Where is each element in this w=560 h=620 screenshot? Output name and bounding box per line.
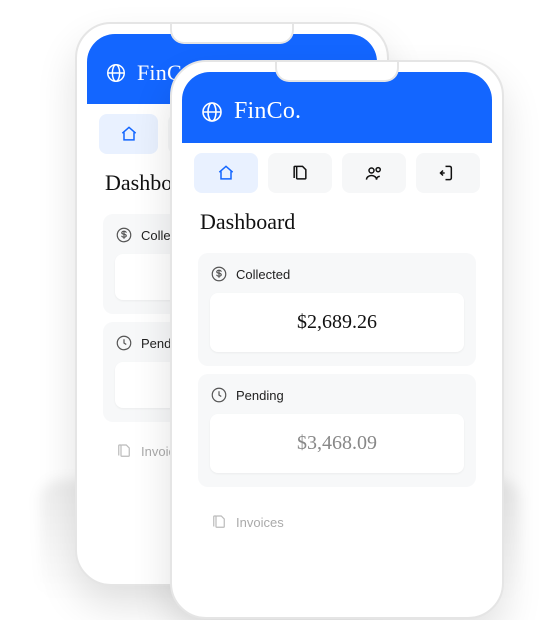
globe-icon [105,62,127,84]
card-pending-value: $3,468.09 [210,414,464,473]
invoices-icon [115,442,133,460]
phone-front-screen: FinCo. Dashboard Co [182,72,492,607]
card-collected-header: Collected [210,265,464,283]
invoices-icon [210,513,228,531]
clock-icon [115,334,133,352]
nav-users[interactable] [342,153,406,193]
home-icon [216,163,236,183]
card-collected-label: Collected [236,267,290,282]
dollar-circle-icon [210,265,228,283]
card-collected: Collected $2,689.26 [198,253,476,366]
users-icon [364,163,384,183]
phone-notch [170,24,294,44]
card-pending-header: Pending [210,386,464,404]
card-invoices: Invoices [198,501,476,531]
app-header: FinCo. [182,72,492,143]
clock-icon [210,386,228,404]
home-icon [119,124,139,144]
page-title: Dashboard [182,203,492,245]
globe-icon [200,100,224,124]
dollar-circle-icon [115,226,133,244]
card-pending-label: Pending [236,388,284,403]
documents-icon [290,163,310,183]
card-pending: Pending $3,468.09 [198,374,476,487]
brand-name: FinCo. [234,98,301,125]
nav-home[interactable] [194,153,258,193]
nav-logout[interactable] [416,153,480,193]
logout-icon [438,163,458,183]
nav-home[interactable] [99,114,158,154]
card-invoices-label: Invoices [236,515,284,530]
phone-front: FinCo. Dashboard Co [170,60,504,619]
nav-row [182,143,492,203]
card-invoices-header: Invoices [210,513,464,531]
phone-notch [275,62,399,82]
card-collected-value: $2,689.26 [210,293,464,352]
nav-documents[interactable] [268,153,332,193]
